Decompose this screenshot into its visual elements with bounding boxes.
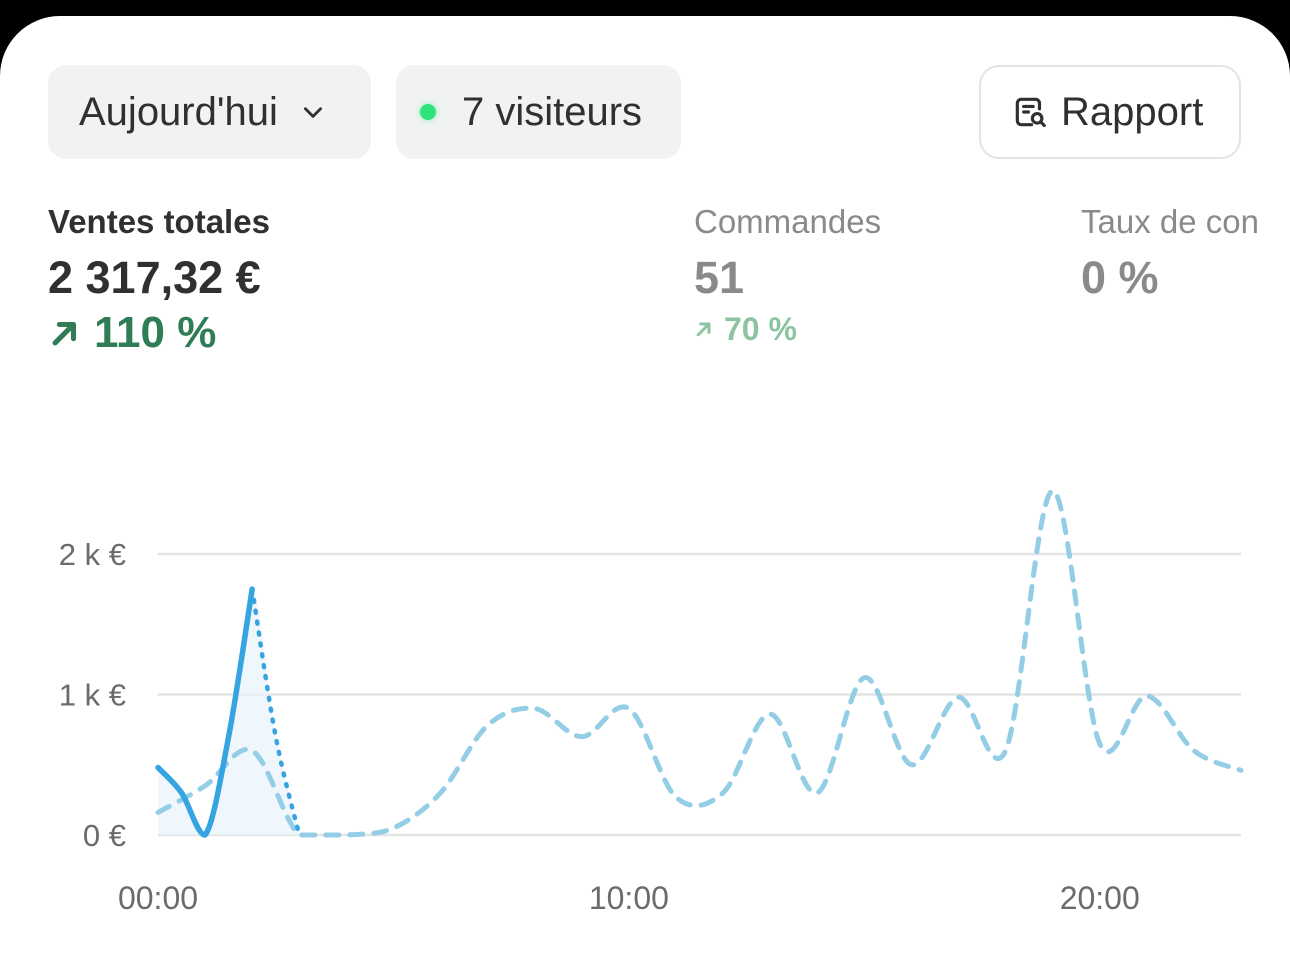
y-tick-label: 1 k € [59,678,126,713]
y-tick-label: 2 k € [59,537,126,572]
sales-line-chart: 0 € 1 k € 2 k € 00:00 10:00 20:00 [59,488,1244,916]
x-tick-label: 00:00 [118,880,198,916]
x-tick-label: 20:00 [1060,880,1140,916]
y-tick-label: 0 € [83,818,126,853]
x-tick-label: 10:00 [589,880,669,916]
dashboard-card: Aujourd'hui 7 visiteurs Rapport Ventes t… [0,16,1290,969]
previous-period-line [155,488,1244,838]
